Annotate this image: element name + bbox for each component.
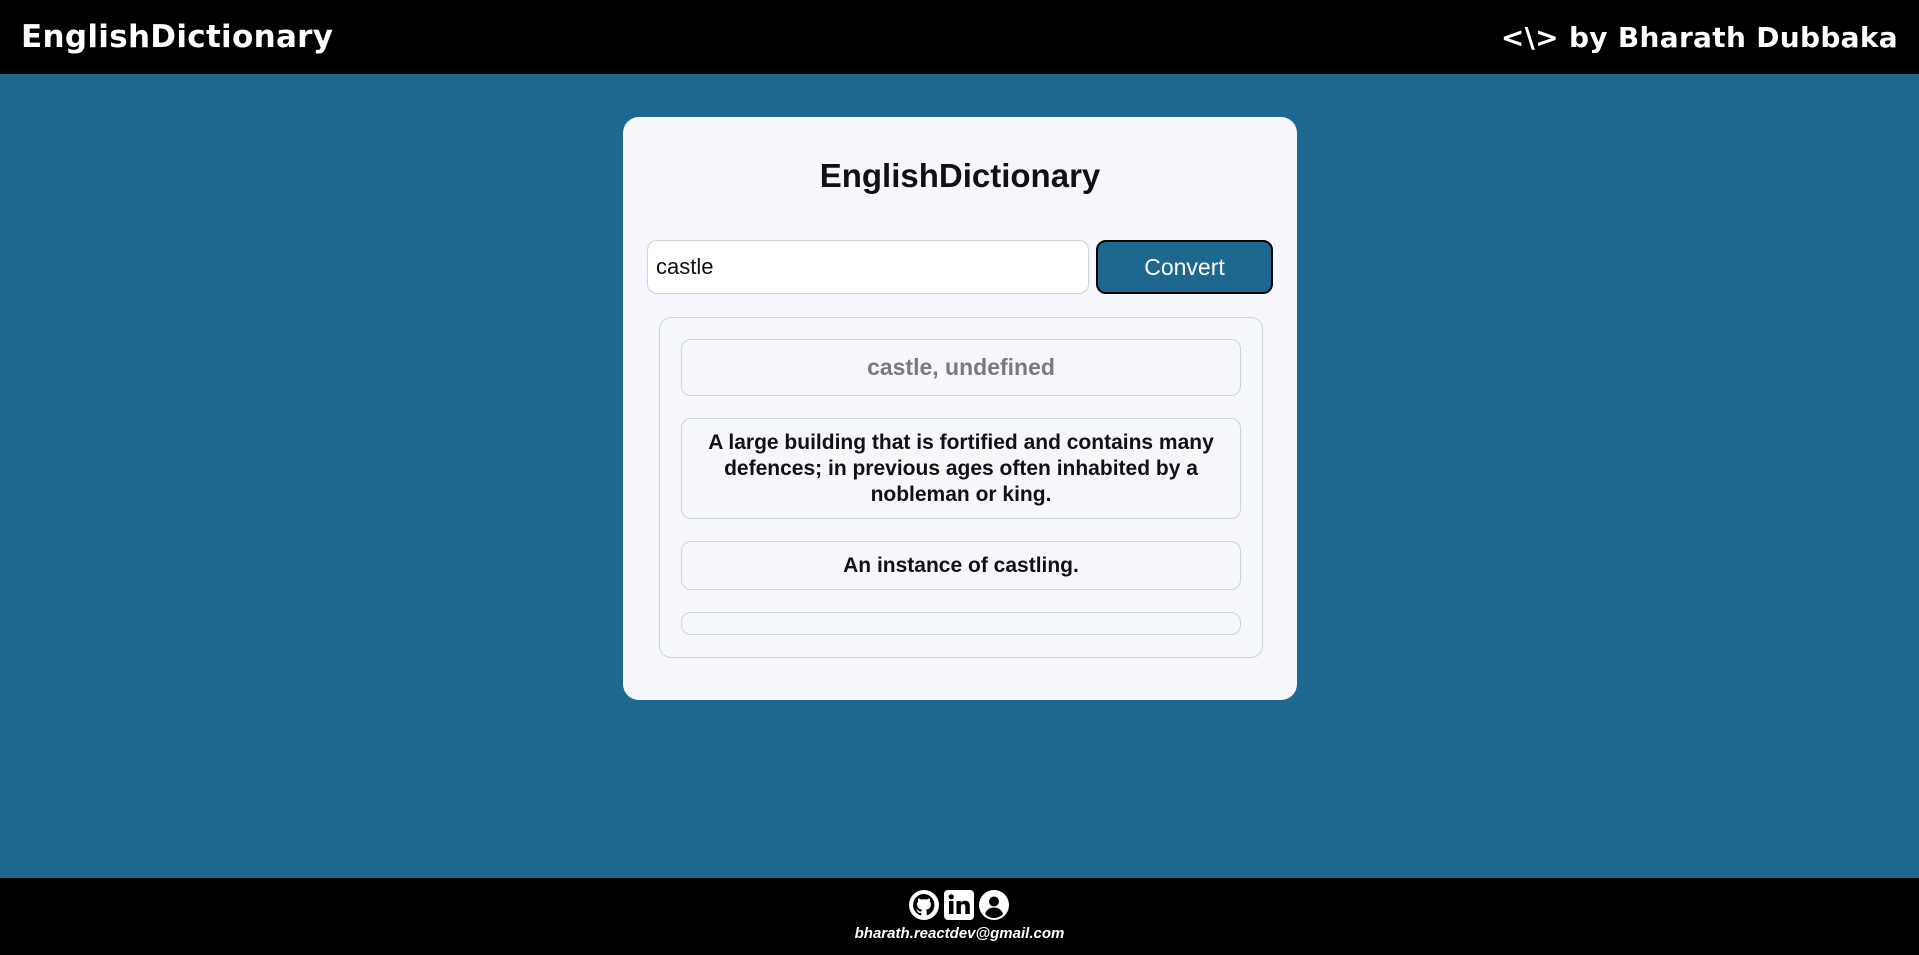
dictionary-card: EnglishDictionary Convert castle, undefi… <box>623 117 1297 700</box>
github-icon[interactable] <box>908 889 940 921</box>
user-icon[interactable] <box>978 889 1010 921</box>
brand-title[interactable]: EnglishDictionary <box>21 19 333 55</box>
definition-item <box>681 612 1241 635</box>
definition-item: An instance of castling. <box>681 541 1241 590</box>
author-credit: <\> by Bharath Dubbaka <box>1500 20 1898 54</box>
result-heading: castle, undefined <box>681 339 1241 396</box>
results-panel: castle, undefined A large building that … <box>659 317 1263 658</box>
card-title: EnglishDictionary <box>819 157 1101 194</box>
top-bar: EnglishDictionary <\> by Bharath Dubbaka <box>0 0 1919 74</box>
convert-button[interactable]: Convert <box>1096 240 1273 294</box>
social-links <box>908 889 1010 923</box>
footer: bharath.reactdev@gmail.com <box>0 878 1919 955</box>
word-input[interactable] <box>647 240 1089 294</box>
linkedin-icon[interactable] <box>943 889 975 921</box>
contact-email[interactable]: bharath.reactdev@gmail.com <box>0 925 1919 942</box>
definition-item: A large building that is fortified and c… <box>681 418 1241 519</box>
